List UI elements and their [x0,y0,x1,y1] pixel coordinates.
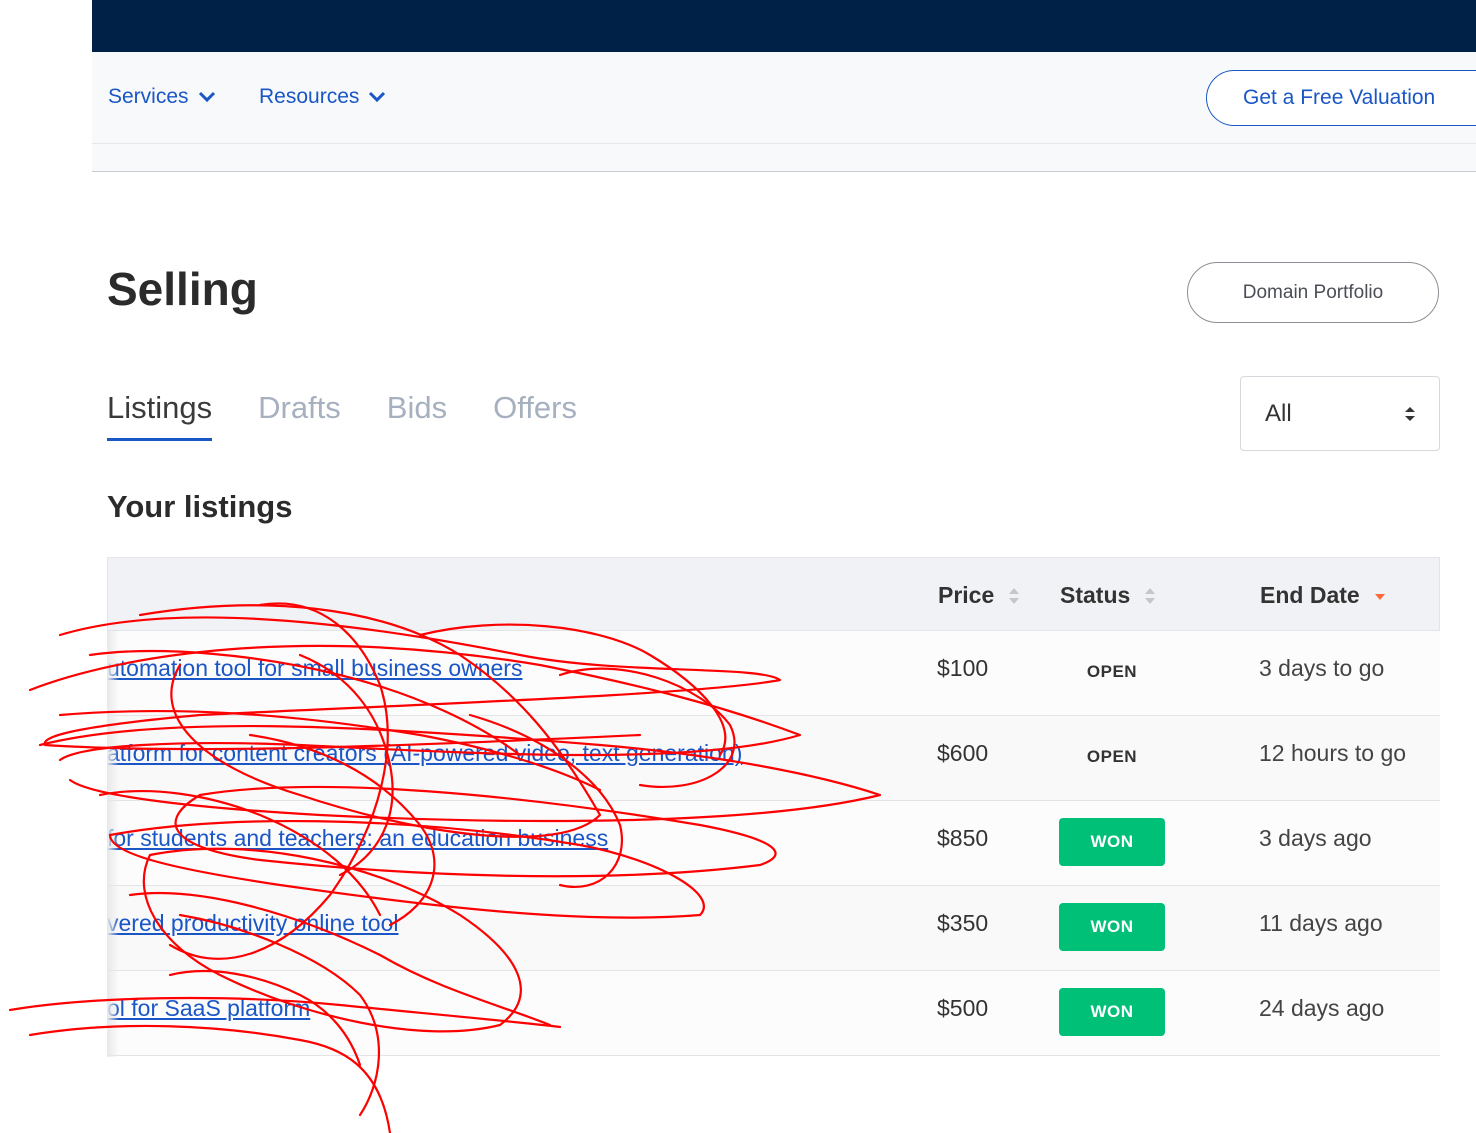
tab-bids[interactable]: Bids [387,390,447,441]
listings-table: Price Status End Date utomation tool for… [107,557,1440,1056]
table-row: for students and teachers: an education … [107,801,1440,886]
page-title: Selling [107,263,258,315]
listing-end-date: 3 days to go [1259,655,1385,681]
table-row: utomation tool for small business owners… [107,631,1440,716]
listing-price: $600 [937,740,989,766]
status-badge: WON [1059,903,1165,951]
table-row: vered productivity online tool $350 WON … [107,886,1440,971]
sort-icon [1145,587,1156,604]
navigation-bar: Services Resources Get a Free Valuation [92,52,1476,144]
listing-name-link[interactable]: vered productivity online tool [107,910,399,937]
status-column-header[interactable]: Status [1060,582,1156,609]
table-row: ol for SaaS platform $500 WON 24 days ag… [107,971,1440,1056]
listing-name-link[interactable]: ol for SaaS platform [107,995,310,1022]
status-badge: OPEN [1086,662,1138,681]
price-column-header[interactable]: Price [938,582,1020,609]
end-date-header-label: End Date [1260,582,1360,608]
resources-menu[interactable]: Resources [259,85,387,109]
tab-bar: Listings Drafts Bids Offers [107,390,577,441]
listing-name-link[interactable]: atform for content creators (AI-powered … [107,740,742,767]
section-title: Your listings [107,489,293,524]
listing-price: $850 [937,825,989,851]
table-header: Price Status End Date [107,557,1440,631]
services-label: Services [108,85,189,108]
table-row: atform for content creators (AI-powered … [107,716,1440,801]
listing-price: $350 [937,910,989,936]
tab-drafts[interactable]: Drafts [258,390,341,441]
chevron-down-icon [369,91,386,103]
status-filter-select[interactable]: All [1240,376,1440,451]
domain-portfolio-button[interactable]: Domain Portfolio [1187,262,1439,323]
table-left-shadow [107,631,119,1057]
listing-end-date: 24 days ago [1259,995,1385,1021]
price-header-label: Price [938,582,995,608]
listing-price: $100 [937,655,989,681]
filter-selected-value: All [1265,399,1292,427]
free-valuation-button[interactable]: Get a Free Valuation [1206,70,1476,126]
sort-icon [1009,587,1020,604]
end-date-column-header[interactable]: End Date [1260,582,1386,609]
status-badge: WON [1059,988,1165,1036]
status-badge: WON [1059,818,1165,866]
status-header-label: Status [1060,582,1131,608]
top-bar [92,0,1476,52]
listing-name-link[interactable]: utomation tool for small business owners [107,655,522,682]
tab-offers[interactable]: Offers [493,390,577,441]
sub-navigation-bar [92,144,1476,172]
select-arrows-icon [1405,407,1415,421]
status-badge: OPEN [1086,747,1138,766]
table-body: utomation tool for small business owners… [107,631,1440,1056]
listing-end-date: 3 days ago [1259,825,1372,851]
chevron-down-icon [198,91,215,103]
resources-label: Resources [259,85,360,108]
services-menu[interactable]: Services [108,85,217,109]
sort-descending-icon [1374,593,1385,600]
tab-listings[interactable]: Listings [107,390,213,441]
listing-price: $500 [937,995,989,1021]
listing-name-link[interactable]: for students and teachers: an education … [107,825,608,852]
listing-end-date: 11 days ago [1259,910,1383,936]
listing-end-date: 12 hours to go [1259,740,1407,766]
